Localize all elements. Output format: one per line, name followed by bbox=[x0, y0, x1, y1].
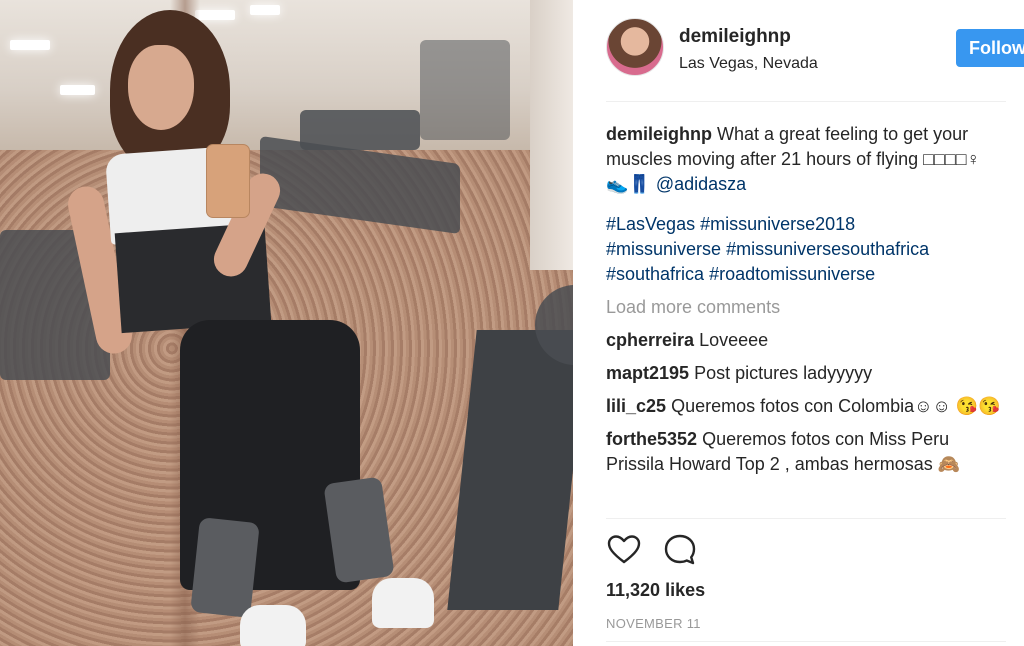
comment-text: Queremos fotos con Colombia☺☺ 😘😘 bbox=[671, 396, 1001, 416]
person-face bbox=[128, 45, 194, 130]
divider bbox=[606, 518, 1006, 519]
person-leggings-panel bbox=[190, 517, 260, 618]
comment: cpherreira Loveeee bbox=[606, 328, 1001, 353]
post-username[interactable]: demileighnp bbox=[679, 26, 791, 48]
weight-machine bbox=[420, 40, 510, 140]
post-date[interactable]: NOVEMBER 11 bbox=[606, 616, 701, 631]
comments-list[interactable]: demileighnp What a great feeling to get … bbox=[606, 122, 1001, 518]
caption-username[interactable]: demileighnp bbox=[606, 124, 712, 144]
hashtag-block: #LasVegas #missuniverse2018 #missunivers… bbox=[606, 212, 1001, 287]
ceiling-light bbox=[250, 5, 280, 15]
comment-username[interactable]: lili_c25 bbox=[606, 396, 666, 416]
divider bbox=[606, 101, 1006, 102]
caption-mention[interactable]: @adidasza bbox=[656, 174, 746, 194]
comment-text: Loveeee bbox=[699, 330, 769, 350]
comment-username[interactable]: mapt2195 bbox=[606, 363, 689, 383]
comment-username[interactable]: forthe5352 bbox=[606, 429, 697, 449]
follow-button[interactable]: Follow bbox=[956, 29, 1024, 67]
hashtag[interactable]: #LasVegas bbox=[606, 214, 695, 234]
ceiling-light bbox=[10, 40, 50, 50]
post-photo[interactable] bbox=[0, 0, 573, 646]
post-header: demileighnp Las Vegas, Nevada Follow bbox=[606, 18, 1024, 82]
treadmill bbox=[300, 110, 420, 150]
load-more-comments[interactable]: Load more comments bbox=[606, 295, 1001, 320]
comment: forthe5352 Queremos fotos con Miss Peru … bbox=[606, 427, 1001, 477]
hashtag[interactable]: #southafrica bbox=[606, 264, 704, 284]
comment-username[interactable]: cpherreira bbox=[606, 330, 694, 350]
caption: demileighnp What a great feeling to get … bbox=[606, 122, 1001, 197]
divider bbox=[606, 641, 1006, 642]
comment: lili_c25 Queremos fotos con Colombia☺☺ 😘… bbox=[606, 394, 1001, 419]
hashtag[interactable]: #missuniversesouthafrica bbox=[726, 239, 929, 259]
phone bbox=[206, 144, 250, 218]
comment-text: Post pictures ladyyyyy bbox=[694, 363, 873, 383]
avatar[interactable] bbox=[606, 18, 664, 76]
hashtag[interactable]: #missuniverse2018 bbox=[700, 214, 855, 234]
hashtag[interactable]: #missuniverse bbox=[606, 239, 721, 259]
comment: mapt2195 Post pictures ladyyyyy bbox=[606, 361, 1001, 386]
sneaker bbox=[372, 578, 434, 628]
sneaker bbox=[240, 605, 306, 646]
likes-count[interactable]: 11,320 likes bbox=[606, 580, 705, 601]
post-location[interactable]: Las Vegas, Nevada bbox=[679, 55, 818, 73]
post-actions bbox=[606, 532, 806, 568]
heart-icon[interactable] bbox=[606, 532, 642, 568]
ceiling-light bbox=[60, 85, 95, 95]
comment-bubble-icon[interactable] bbox=[662, 532, 698, 568]
post-sidebar: demileighnp Las Vegas, Nevada Follow dem… bbox=[573, 0, 1024, 646]
gym-pillar bbox=[530, 0, 573, 270]
ceiling-light bbox=[195, 10, 235, 20]
hashtag[interactable]: #roadtomissuniverse bbox=[709, 264, 875, 284]
